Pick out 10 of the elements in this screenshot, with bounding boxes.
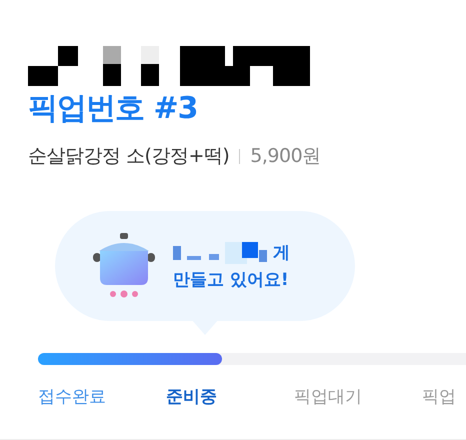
progress-step-label: 준비중 — [166, 386, 218, 408]
status-message: 만들고 있어요! — [173, 269, 289, 291]
progress-step-label: 픽업 — [422, 386, 457, 408]
pot-icon — [93, 233, 155, 299]
progress-step-label: 픽업대기 — [294, 386, 363, 408]
price: 5,900원 — [250, 144, 321, 169]
pickup-number: 픽업번호 #3 — [28, 90, 198, 128]
status-text: 게 — [273, 242, 290, 264]
menu-item-name: 순살닭강정 소(강정+떡) — [28, 144, 230, 169]
progress-step-label: 접수완료 — [38, 386, 107, 408]
